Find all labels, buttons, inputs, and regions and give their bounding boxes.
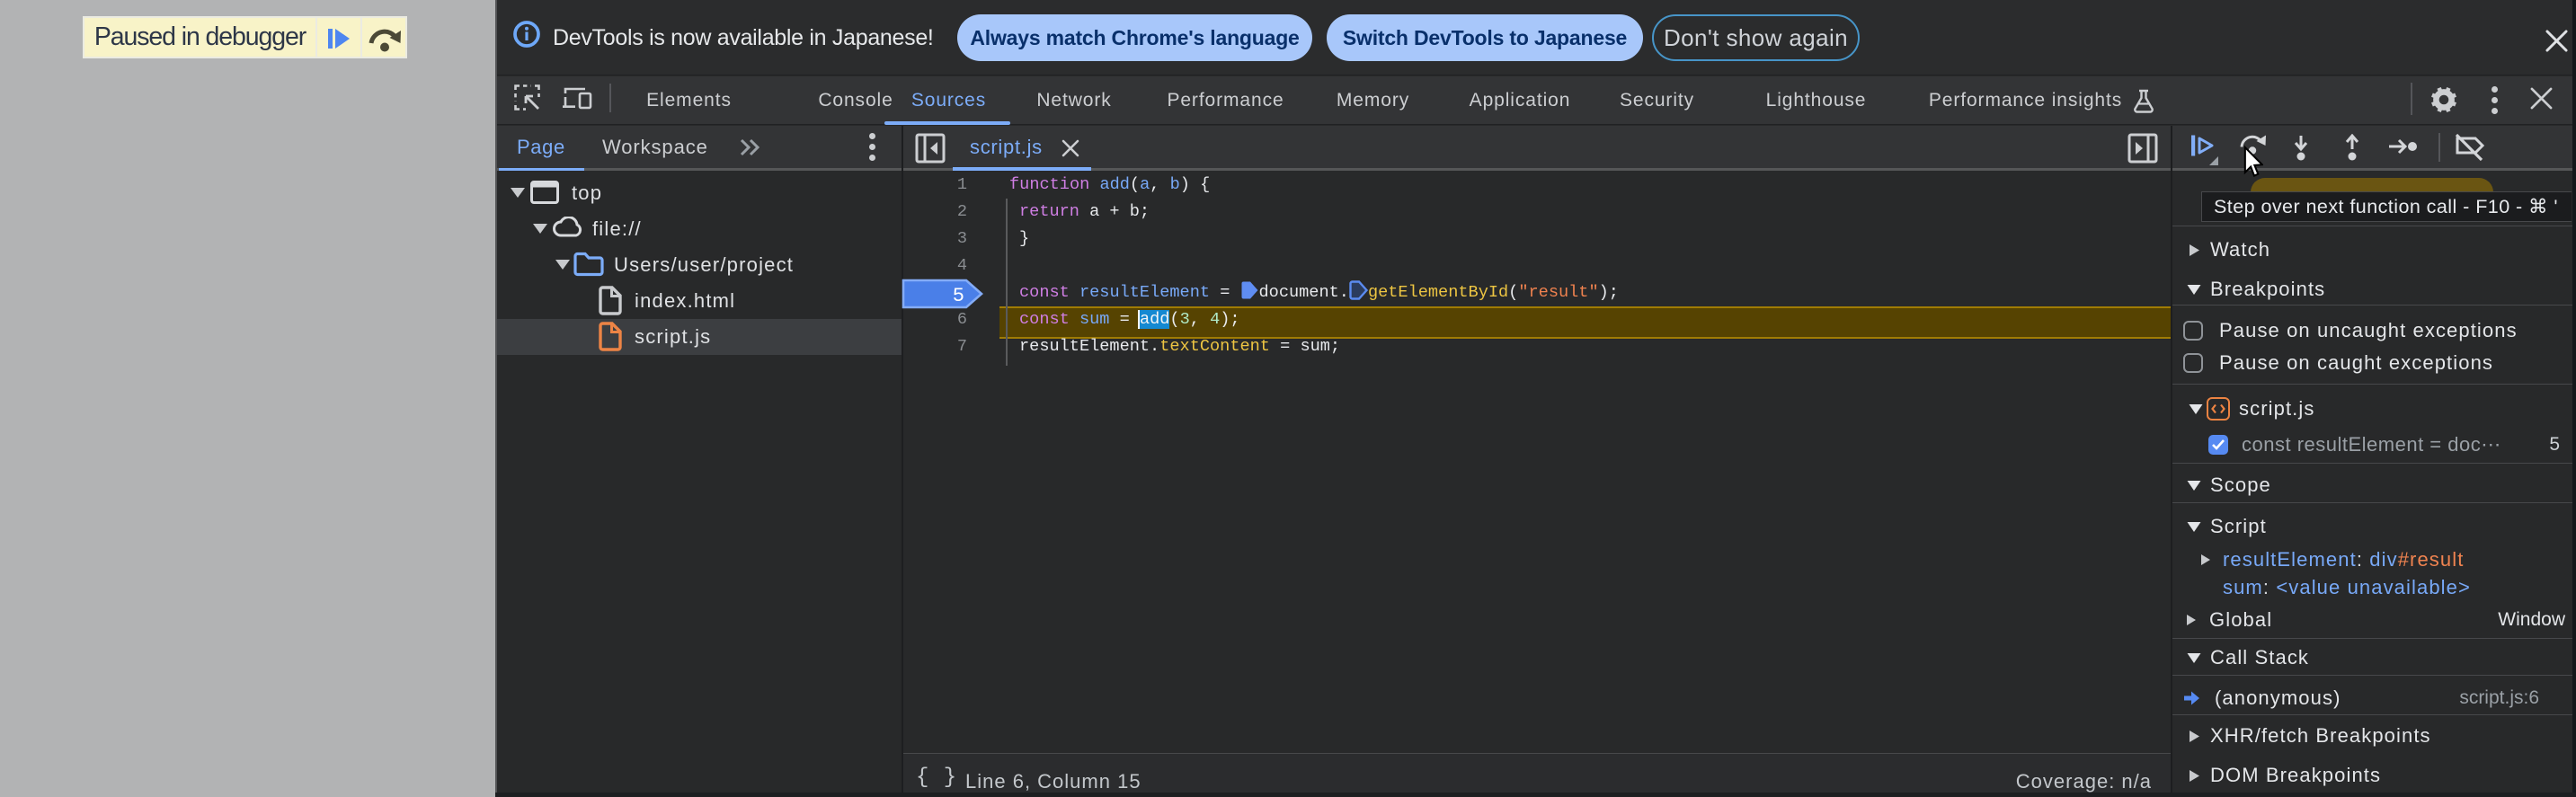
svg-text:5: 5 (953, 285, 964, 307)
